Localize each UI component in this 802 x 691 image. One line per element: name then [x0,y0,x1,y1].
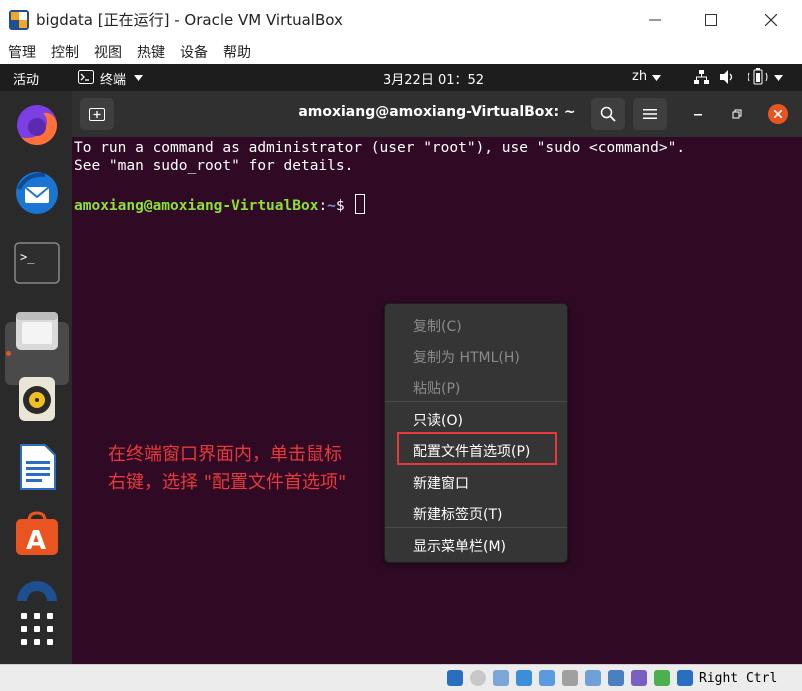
terminal-icon[interactable]: >_ [13,239,61,287]
activities-button[interactable]: 活动 [13,69,39,88]
terminal-headerbar: amoxiang@amoxiang-VirtualBox: ~ [72,91,802,137]
search-icon [600,106,616,122]
menu-separator [385,527,567,528]
running-dot [6,351,11,356]
shared-folders-icon[interactable] [562,670,578,686]
svg-text:>_: >_ [20,250,35,264]
close-icon [765,14,777,26]
cpu-icon[interactable] [631,670,647,686]
network-adapter-icon[interactable] [516,670,532,686]
chevron-down-icon [652,75,661,81]
maximize-icon [705,14,717,26]
gnome-top-bar: 活动 终端 3月22日 01：52 zh [0,64,802,91]
menu-view[interactable]: 视图 [94,42,122,62]
prompt-path: ~ [327,198,336,214]
text-cursor [355,194,366,214]
firefox-icon[interactable] [13,101,61,149]
show-apps-icon[interactable] [13,605,61,653]
mouse-integration-icon[interactable] [654,670,670,686]
search-button[interactable] [591,98,625,130]
ubuntu-software-icon[interactable]: A [13,511,61,559]
annotation-text: 在终端窗口界面内，单击鼠标 右键，选择 "配置文件首选项" [108,441,346,497]
menu-help[interactable]: 帮助 [223,42,251,62]
menu-item-read-only[interactable]: 只读(O) [413,410,463,430]
vbox-menubar: 管理 控制 视图 热键 设备 帮助 [0,40,802,64]
prompt-separator: : [318,198,328,214]
menu-manage[interactable]: 管理 [8,42,36,62]
network-icon[interactable] [694,70,709,84]
close-icon [774,110,782,118]
minimize-icon [649,19,661,21]
terminal-app-icon [78,70,94,84]
virtualbox-logo-icon [9,10,29,30]
menu-devices[interactable]: 设备 [180,42,208,62]
libreoffice-writer-icon[interactable] [13,443,61,491]
app-menu-label[interactable]: 终端 [100,69,126,88]
menu-item-new-window[interactable]: 新建窗口 [413,473,469,493]
host-key-label: Right Ctrl [699,671,778,686]
input-method[interactable]: zh [632,69,647,84]
menu-item-show-menubar[interactable]: 显示菜单栏(M) [413,536,506,556]
menu-item-new-tab[interactable]: 新建标签页(T) [413,504,502,524]
vbox-statusbar: Right Ctrl [0,664,802,691]
files-icon[interactable] [13,306,61,354]
minimize-icon[interactable] [694,113,704,116]
highlight-box [397,432,557,465]
optical-drive-icon[interactable] [470,670,486,686]
prompt-symbol: $ [335,198,354,214]
terminal-output-line: To run a command as administrator (user … [74,140,686,156]
display-icon[interactable] [585,670,601,686]
hard-disk-icon[interactable] [447,670,463,686]
volume-icon[interactable] [720,70,736,84]
terminal-close-button[interactable] [768,104,788,124]
svg-text:A: A [26,526,46,556]
usb-icon[interactable] [539,670,555,686]
audio-icon[interactable] [493,670,509,686]
prompt-user: amoxiang@amoxiang-VirtualBox [74,198,319,214]
restore-icon[interactable] [732,109,742,119]
menu-item-copy-html[interactable]: 复制为 HTML(H) [413,347,520,367]
menu-item-copy[interactable]: 复制(C) [413,316,462,336]
hamburger-menu-button[interactable] [633,98,667,130]
hamburger-menu-icon [643,109,657,119]
terminal-output-line: See "man sudo_root" for details. [74,158,354,174]
dock: >_ A [0,91,72,664]
annotation-line: 在终端窗口界面内，单击鼠标 [108,444,342,465]
window-title: bigdata [正在运行] - Oracle VM VirtualBox [36,11,343,29]
annotation-line: 右键，选择 "配置文件首选项" [108,472,347,493]
terminal-title: amoxiang@amoxiang-VirtualBox: ~ [298,104,576,120]
terminal-prompt: amoxiang@amoxiang-VirtualBox:~$ [74,194,366,214]
chevron-down-icon[interactable] [774,75,783,81]
clock[interactable]: 3月22日 01：52 [383,69,484,88]
chevron-down-icon [134,75,143,81]
battery-icon[interactable] [748,68,768,86]
close-button[interactable] [748,0,794,40]
keyboard-capture-icon[interactable] [677,670,693,686]
thunderbird-icon[interactable] [13,169,61,217]
menu-hotkeys[interactable]: 热键 [137,42,165,62]
maximize-button[interactable] [688,0,734,40]
minimize-button[interactable] [632,0,678,40]
menu-separator [385,401,567,402]
menu-item-paste[interactable]: 粘贴(P) [413,378,460,398]
recording-icon[interactable] [608,670,624,686]
menu-control[interactable]: 控制 [51,42,79,62]
rhythmbox-icon[interactable] [13,375,61,423]
